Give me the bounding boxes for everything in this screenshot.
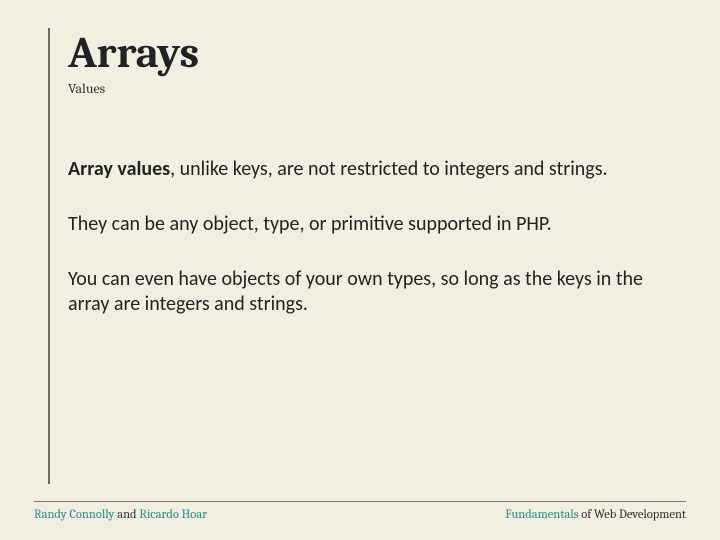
slide-subtitle: Values <box>68 80 672 97</box>
footer-authors: Randy Connolly and Ricardo Hoar <box>34 508 207 522</box>
footer-book: Fundamentals of Web Development <box>505 508 686 522</box>
vertical-rule <box>48 28 50 484</box>
slide-footer: Randy Connolly and Ricardo Hoar Fundamen… <box>34 501 686 522</box>
author-1: Randy Connolly <box>34 508 114 522</box>
slide-title: Arrays <box>68 30 672 76</box>
author-2: Ricardo Hoar <box>139 508 207 522</box>
slide: Arrays Values Array values, unlike keys,… <box>0 0 720 540</box>
footer-rule <box>34 501 686 502</box>
paragraph-2: They can be any object, type, or primiti… <box>68 212 662 237</box>
book-rest: of Web Development <box>579 508 686 522</box>
book-highlight: Fundamentals <box>505 508 578 522</box>
paragraph-3: You can even have objects of your own ty… <box>68 267 662 317</box>
footer-row: Randy Connolly and Ricardo Hoar Fundamen… <box>34 508 686 522</box>
slide-body: Array values, unlike keys, are not restr… <box>48 97 672 317</box>
slide-header: Arrays Values <box>48 28 672 97</box>
paragraph-1-lead: Array values <box>68 157 170 181</box>
author-join: and <box>114 508 139 522</box>
paragraph-1-rest: , unlike keys, are not restricted to int… <box>170 157 607 181</box>
paragraph-1: Array values, unlike keys, are not restr… <box>68 157 662 182</box>
